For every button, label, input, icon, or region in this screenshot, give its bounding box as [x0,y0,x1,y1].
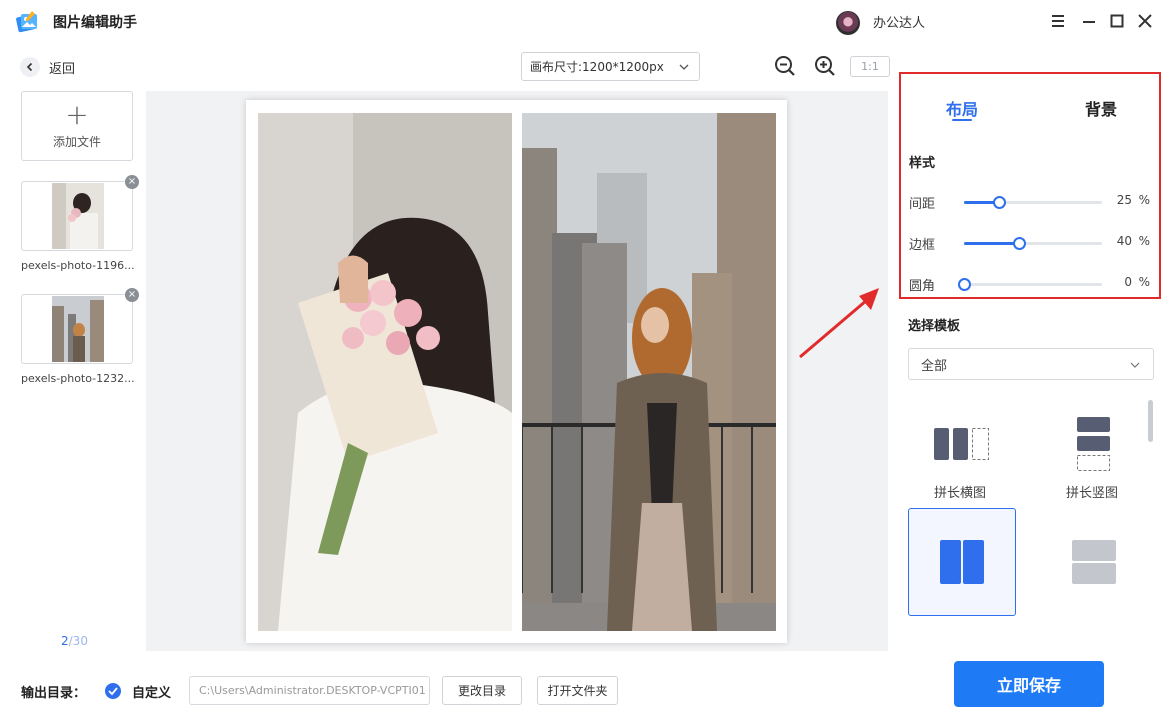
slider-value: 0 [1124,275,1132,289]
slider-handle[interactable] [958,278,971,291]
slider-label: 间距 [909,197,936,212]
collage-canvas[interactable] [246,100,787,643]
template-label: 拼长横图 [934,486,987,501]
template-two-rows[interactable] [1040,508,1148,616]
two-row-layout-icon [1072,540,1116,584]
spacing-slider: 间距 25 % [909,193,1154,212]
collage-photo-2[interactable] [522,113,776,631]
canvas-size-select[interactable]: 画布尺寸:1200*1200px [521,52,700,81]
thumbnail-image [52,183,104,249]
vertical-layout-icon [1077,417,1110,471]
close-icon[interactable] [1136,12,1154,30]
tab-layout[interactable]: 布局 [946,96,978,120]
open-folder-button[interactable]: 打开文件夹 [537,676,618,705]
border-slider: 边框 40 % [909,234,1154,253]
avatar[interactable] [836,11,860,35]
minimize-icon[interactable] [1080,12,1098,30]
maximize-icon[interactable] [1108,12,1126,30]
corner-radius-slider: 圆角 0 % [909,275,1154,294]
thumbnail-image [52,296,104,362]
menu-icon[interactable] [1049,12,1067,30]
slider-label: 边框 [909,238,936,253]
page-counter: 2/30 [61,634,88,648]
file-thumbnail[interactable]: × [21,175,139,251]
slider-value: 40 [1116,234,1132,248]
plus-icon: + [65,97,89,131]
slider-handle[interactable] [992,196,1006,209]
save-now-button[interactable]: 立即保存 [954,661,1104,707]
output-dir-label: 输出目录： [21,686,87,701]
horizontal-layout-icon [934,428,989,460]
tab-background[interactable]: 背景 [1085,96,1117,120]
zoom-in-icon[interactable] [813,54,837,78]
template-scrollbar[interactable] [1148,400,1153,442]
slider-track[interactable] [958,278,1102,291]
slider-fill [964,242,1020,245]
back-label: 返回 [49,61,76,77]
canvas-size-label: 画布尺寸:1200*1200px [530,60,664,74]
app-logo-icon [16,11,37,33]
user-name[interactable]: 办公达人 [873,12,925,31]
chevron-down-icon [1130,362,1140,368]
template-section-title: 选择模板 [908,319,961,334]
slider-track[interactable] [964,237,1102,250]
change-dir-button[interactable]: 更改目录 [442,676,522,705]
layout-settings-panel: 布局 背景 样式 间距 25 % 边框 40 % 圆角 0 % [899,72,1161,299]
file-name: pexels-photo-1232... [21,372,135,385]
remove-file-icon[interactable]: × [125,288,139,302]
ratio-button[interactable]: 1:1 [850,56,890,77]
slider-label: 圆角 [909,279,936,294]
template-filter-select[interactable]: 全部 [908,348,1154,380]
title-bar: 图片编辑助手 办公达人 [0,0,1170,44]
add-file-label: 添加文件 [52,134,101,149]
active-tab-indicator [952,119,972,121]
slider-value: 25 [1116,193,1132,207]
add-file-button[interactable]: + 添加文件 [21,91,133,161]
file-name: pexels-photo-1196... [21,259,135,272]
zoom-out-icon[interactable] [773,54,797,78]
slider-unit: % [1138,275,1150,289]
slider-unit: % [1138,234,1150,248]
annotation-arrow-icon [799,288,879,359]
back-button[interactable]: 返回 [20,56,75,78]
two-column-layout-icon [940,540,984,584]
slider-handle[interactable] [1013,237,1027,250]
remove-file-icon[interactable]: × [125,175,139,189]
collage-photo-1[interactable] [258,113,512,631]
template-label: 拼长竖图 [1066,486,1119,501]
custom-dir-checkbox[interactable] [105,683,121,699]
slider-track[interactable] [964,196,1102,209]
chevron-left-icon [20,57,40,77]
slider-unit: % [1138,193,1150,207]
page-total: /30 [68,634,88,648]
custom-dir-label[interactable]: 自定义 [132,682,171,701]
chevron-down-icon [679,64,689,70]
checkmark-icon [108,687,118,696]
image-editor-app: 图片编辑助手 办公达人 返回 画布尺寸:1200*1200px 1:1 + 添加… [0,0,1170,726]
page-current: 2 [61,634,69,648]
output-path-field[interactable]: C:\Users\Administrator.DESKTOP-VCPTI01 [189,676,430,705]
template-two-columns[interactable] [908,508,1016,616]
style-section-title: 样式 [909,156,936,171]
template-filter-value: 全部 [921,358,948,374]
file-thumbnail[interactable]: × [21,288,139,364]
app-title: 图片编辑助手 [53,15,137,31]
